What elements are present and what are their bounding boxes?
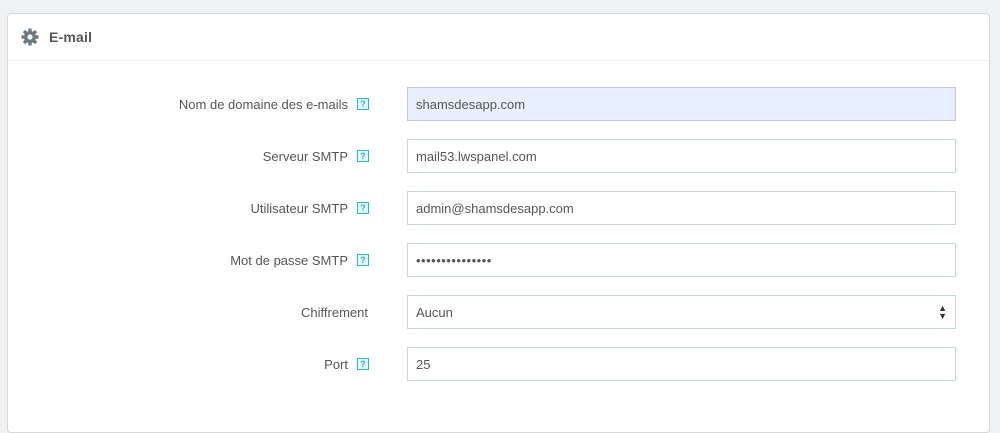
port-label: Port bbox=[324, 356, 348, 372]
help-icon[interactable]: ? bbox=[357, 202, 369, 214]
smtp-password-input[interactable]: ••••••••••••••• bbox=[407, 243, 956, 277]
email-settings-panel: E-mail Nom de domaine des e-mails ? sham… bbox=[7, 13, 990, 433]
encryption-label-wrap: Chiffrement bbox=[301, 295, 368, 329]
form-row-port: Port ? 25 bbox=[8, 347, 989, 381]
domain-label: Nom de domaine des e-mails bbox=[178, 96, 348, 112]
smtp-user-label-wrap: Utilisateur SMTP ? bbox=[250, 191, 369, 225]
domain-input[interactable]: shamsdesapp.com bbox=[407, 87, 956, 121]
help-icon[interactable]: ? bbox=[357, 98, 369, 110]
form-row-smtp-password: Mot de passe SMTP ? ••••••••••••••• bbox=[8, 243, 989, 277]
help-icon[interactable]: ? bbox=[357, 254, 369, 266]
help-icon[interactable]: ? bbox=[357, 150, 369, 162]
port-label-wrap: Port ? bbox=[324, 347, 369, 381]
smtp-user-input[interactable]: admin@shamsdesapp.com bbox=[407, 191, 956, 225]
domain-label-wrap: Nom de domaine des e-mails ? bbox=[179, 87, 369, 121]
form-row-smtp-user: Utilisateur SMTP ? admin@shamsdesapp.com bbox=[8, 191, 989, 225]
smtp-password-label-wrap: Mot de passe SMTP ? bbox=[230, 243, 369, 277]
smtp-server-label-wrap: Serveur SMTP ? bbox=[263, 139, 369, 173]
encryption-selected-value: Aucun bbox=[416, 304, 453, 320]
form-row-smtp-server: Serveur SMTP ? mail53.lwspanel.com bbox=[8, 139, 989, 173]
encryption-select[interactable]: Aucun ▲ ▼ bbox=[407, 295, 956, 329]
select-arrows-icon: ▲ ▼ bbox=[938, 303, 947, 321]
panel-heading: E-mail bbox=[8, 14, 989, 61]
smtp-server-label: Serveur SMTP bbox=[262, 148, 348, 164]
smtp-user-label: Utilisateur SMTP bbox=[250, 200, 348, 216]
port-input[interactable]: 25 bbox=[407, 347, 956, 381]
help-icon[interactable]: ? bbox=[357, 358, 369, 370]
form-row-encryption: Chiffrement Aucun ▲ ▼ bbox=[8, 295, 989, 329]
smtp-server-input[interactable]: mail53.lwspanel.com bbox=[407, 139, 956, 173]
smtp-password-label: Mot de passe SMTP bbox=[230, 252, 348, 268]
panel-title: E-mail bbox=[49, 29, 93, 45]
encryption-label: Chiffrement bbox=[301, 304, 368, 320]
gear-icon bbox=[20, 27, 40, 47]
form-row-domain: Nom de domaine des e-mails ? shamsdesapp… bbox=[8, 87, 989, 121]
